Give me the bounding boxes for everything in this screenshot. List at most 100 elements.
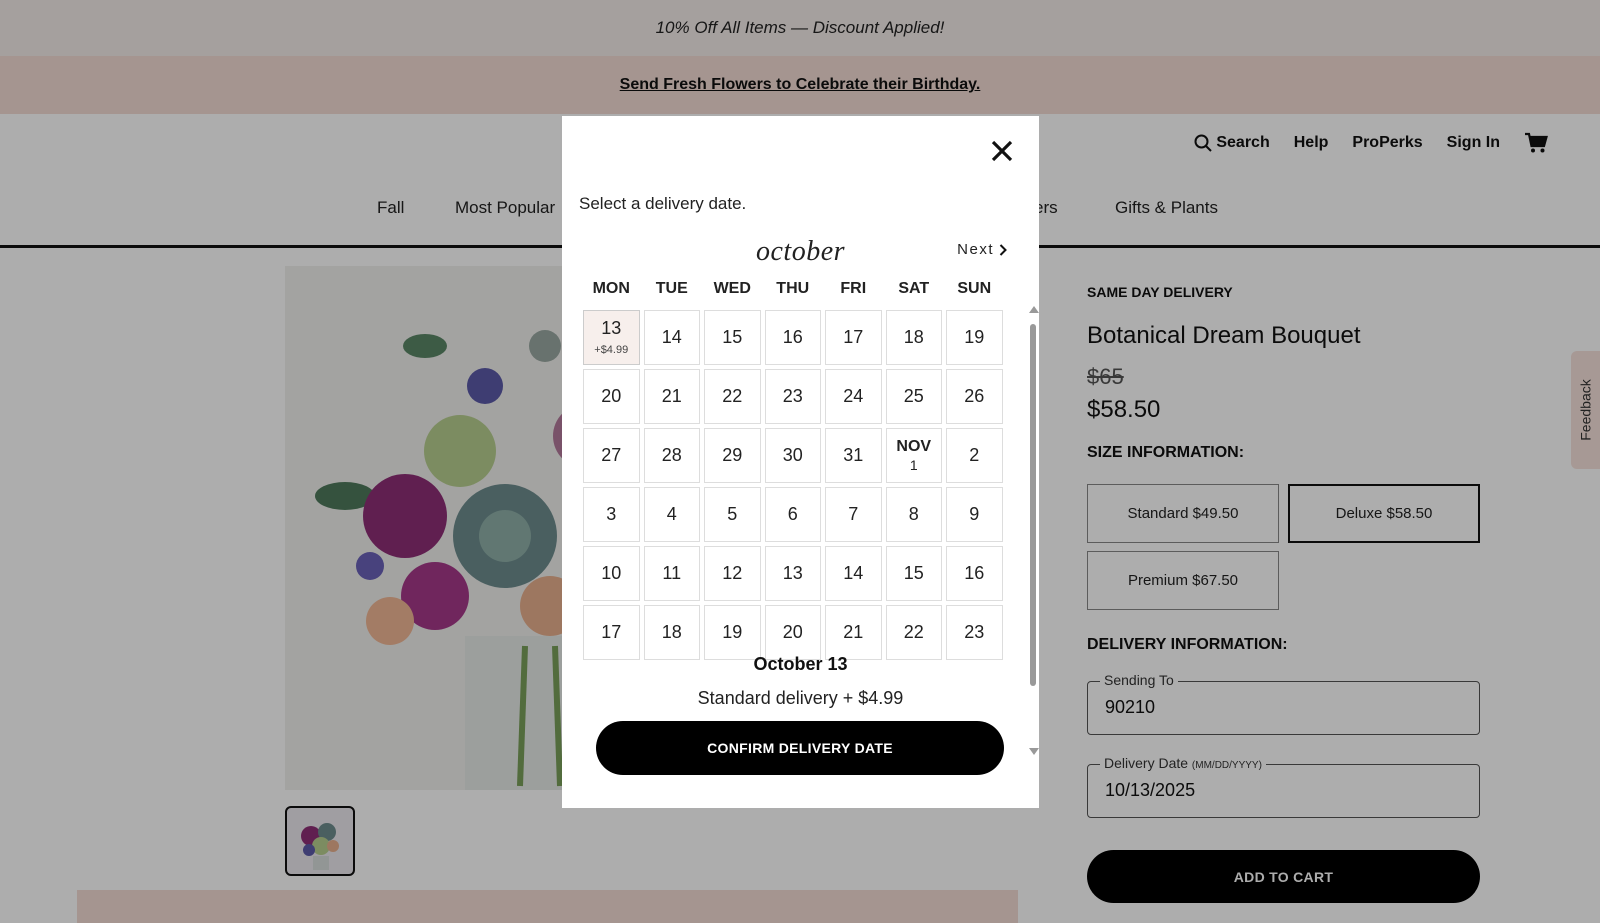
weekday-fri: FRI [840, 280, 867, 297]
calendar-day[interactable]: 28 [643, 428, 700, 483]
calendar-day[interactable]: 5 [704, 487, 761, 542]
calendar-day[interactable]: 22 [704, 369, 761, 424]
day-number: 8 [908, 503, 919, 524]
close-icon [991, 140, 1013, 162]
calendar-day[interactable]: 19 [946, 310, 1003, 365]
calendar-day[interactable]: 18 [885, 310, 942, 365]
day-number: 16 [964, 562, 985, 583]
calendar-day[interactable]: 16 [946, 546, 1003, 601]
day-number: 25 [903, 385, 924, 406]
calendar-day[interactable]: 16 [764, 310, 821, 365]
day-number: 7 [848, 503, 859, 524]
calendar-day[interactable]: 2 [946, 428, 1003, 483]
day-number: 20 [782, 621, 803, 642]
next-month-button[interactable]: Next [957, 241, 1007, 258]
day-number: 26 [964, 385, 985, 406]
calendar-day[interactable]: 27 [583, 428, 640, 483]
weekday-header: MON TUE WED THU FRI SAT SUN [583, 280, 1003, 298]
day-number: 6 [787, 503, 798, 524]
scroll-thumb[interactable] [1030, 324, 1036, 686]
calendar-day[interactable]: 14 [643, 310, 700, 365]
calendar-day[interactable]: 6 [764, 487, 821, 542]
weekday-tue: TUE [655, 280, 688, 297]
calendar-day[interactable]: 21 [643, 369, 700, 424]
selected-date-summary: October 13 [753, 654, 848, 674]
day-number: 15 [903, 562, 924, 583]
calendar-day[interactable]: 20 [764, 605, 821, 660]
calendar-day[interactable]: 10 [583, 546, 640, 601]
calendar-day[interactable]: 26 [946, 369, 1003, 424]
scroll-up-icon[interactable] [1029, 306, 1039, 313]
calendar-day[interactable]: 3 [583, 487, 640, 542]
modal-prompt: Select a delivery date. [579, 194, 747, 213]
day-number: 14 [843, 562, 864, 583]
calendar-day[interactable]: 7 [825, 487, 882, 542]
day-number: 27 [601, 444, 622, 465]
calendar-day[interactable]: 18 [643, 605, 700, 660]
day-number: 3 [606, 503, 617, 524]
calendar-day[interactable]: 31 [825, 428, 882, 483]
day-number: 19 [722, 621, 743, 642]
day-number: 22 [903, 621, 924, 642]
calendar-day-selected[interactable]: 13 +$4.99 [583, 310, 640, 365]
calendar-day[interactable]: 11 [643, 546, 700, 601]
day-number: 14 [661, 326, 682, 347]
day-number: 15 [722, 326, 743, 347]
day-number: 16 [782, 326, 803, 347]
day-number: 2 [969, 444, 980, 465]
weekday-mon: MON [592, 280, 630, 297]
calendar-day[interactable]: 9 [946, 487, 1003, 542]
calendar-day[interactable]: 21 [825, 605, 882, 660]
day-number: 13 [782, 562, 803, 583]
calendar-scroll-area: october Next MON TUE WED THU FRI SAT SUN… [562, 224, 1039, 760]
day-number: 23 [782, 385, 803, 406]
day-number: 4 [666, 503, 677, 524]
close-button[interactable] [989, 138, 1015, 164]
day-number: 31 [843, 444, 864, 465]
day-number: 17 [601, 621, 622, 642]
day-number: 10 [601, 562, 622, 583]
confirm-delivery-date-button[interactable]: CONFIRM DELIVERY DATE [596, 721, 1004, 775]
calendar-day[interactable]: 23 [764, 369, 821, 424]
calendar-day[interactable]: 17 [583, 605, 640, 660]
calendar-day[interactable]: 24 [825, 369, 882, 424]
calendar-day[interactable]: 15 [704, 310, 761, 365]
calendar-day[interactable]: 20 [583, 369, 640, 424]
calendar-day[interactable]: 17 [825, 310, 882, 365]
calendar-day[interactable]: 14 [825, 546, 882, 601]
calendar-day[interactable]: 15 [885, 546, 942, 601]
day-number: 20 [601, 385, 622, 406]
calendar-day[interactable]: 13 [764, 546, 821, 601]
scroll-down-icon[interactable] [1029, 748, 1039, 755]
weekday-sun: SUN [957, 280, 992, 297]
day-number: 19 [964, 326, 985, 347]
day-number: 11 [662, 562, 682, 583]
day-number: 18 [903, 326, 924, 347]
chevron-right-icon [999, 243, 1007, 256]
weekday-sat: SAT [898, 280, 930, 297]
day-fee: +$4.99 [594, 344, 629, 357]
day-number: 21 [661, 385, 682, 406]
day-number: 9 [969, 503, 980, 524]
calendar-day[interactable]: 25 [885, 369, 942, 424]
day-number: 21 [843, 621, 864, 642]
day-number: 23 [964, 621, 985, 642]
day-number: 13 [601, 317, 622, 338]
next-label: Next [957, 241, 994, 258]
calendar-grid: 13 +$4.99 14 15 16 17 18 19 20 21 22 23 24 25 26 27 28 29… [583, 310, 1003, 660]
calendar-day[interactable]: 22 [885, 605, 942, 660]
weekday-thu: THU [776, 280, 810, 297]
day-number: 12 [722, 562, 743, 583]
day-number: 18 [661, 621, 682, 642]
day-number: 30 [782, 444, 803, 465]
calendar-day[interactable]: 23 [946, 605, 1003, 660]
calendar-day[interactable]: NOV 1 [885, 428, 942, 483]
calendar-day[interactable]: 8 [885, 487, 942, 542]
day-number: 1 [909, 457, 918, 474]
day-number: 28 [661, 444, 682, 465]
calendar-day[interactable]: 12 [704, 546, 761, 601]
calendar-day[interactable]: 4 [643, 487, 700, 542]
calendar-day[interactable]: 30 [764, 428, 821, 483]
calendar-day[interactable]: 19 [704, 605, 761, 660]
calendar-day[interactable]: 29 [704, 428, 761, 483]
